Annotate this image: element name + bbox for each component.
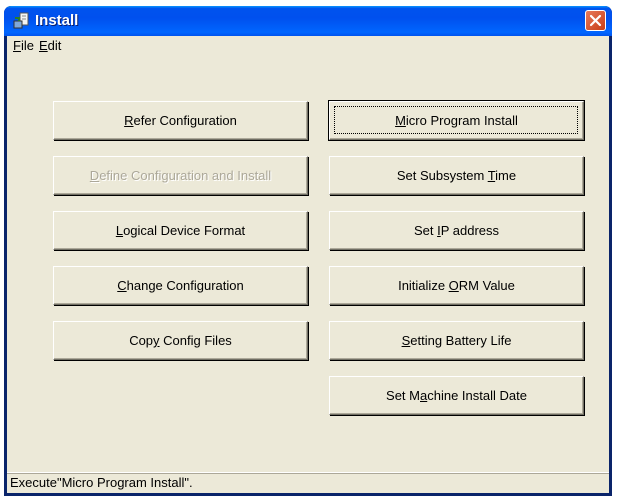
logical-device-format-button[interactable]: Logical Device Format bbox=[53, 211, 308, 250]
menu-edit-label: dit bbox=[47, 38, 62, 53]
menu-file-accel: F bbox=[13, 38, 21, 53]
btn-label-post: P address bbox=[440, 223, 500, 238]
copy-config-files-button[interactable]: Copy Config Files bbox=[53, 321, 308, 360]
menu-bar: File Edit bbox=[7, 36, 609, 56]
btn-label-accel: R bbox=[124, 113, 134, 128]
status-text: Execute"Micro Program Install". bbox=[10, 475, 193, 490]
btn-label-post: efine Configuration and Install bbox=[99, 168, 272, 183]
install-window: Install File Edit Refer Configuration De… bbox=[4, 6, 612, 496]
btn-label-pre: Set M bbox=[386, 388, 420, 403]
client-area: File Edit Refer Configuration Define Con… bbox=[7, 36, 609, 493]
setting-battery-life-button[interactable]: Setting Battery Life bbox=[329, 321, 584, 360]
window-title: Install bbox=[35, 12, 79, 29]
menu-edit-accel: E bbox=[39, 38, 48, 53]
close-icon bbox=[589, 14, 602, 27]
initialize-orm-value-button[interactable]: Initialize ORM Value bbox=[329, 266, 584, 305]
define-configuration-install-button: Define Configuration and Install bbox=[53, 156, 308, 195]
btn-label-post: efer Configuration bbox=[133, 113, 237, 128]
btn-label-post: etting Battery Life bbox=[410, 333, 512, 348]
menu-file-label: ile bbox=[20, 38, 34, 53]
btn-label-accel: L bbox=[115, 223, 124, 238]
btn-label-pre: Initialize bbox=[398, 278, 449, 293]
menu-edit[interactable]: Edit bbox=[39, 38, 61, 53]
menu-file[interactable]: File bbox=[13, 38, 34, 53]
btn-label-post: icro Program Install bbox=[405, 113, 518, 128]
btn-label-post: ime bbox=[495, 168, 517, 183]
refer-configuration-button[interactable]: Refer Configuration bbox=[53, 101, 308, 140]
btn-label-post: chine Install Date bbox=[427, 388, 527, 403]
btn-label-accel: D bbox=[89, 168, 100, 183]
change-configuration-button[interactable]: Change Configuration bbox=[53, 266, 308, 305]
btn-label-pre: Set bbox=[413, 223, 438, 238]
set-subsystem-time-button[interactable]: Set Subsystem Time bbox=[329, 156, 584, 195]
btn-label-accel: O bbox=[448, 278, 459, 293]
btn-label-post: Config Files bbox=[159, 333, 232, 348]
btn-label-accel: S bbox=[401, 333, 411, 348]
btn-label-pre: Set Subsystem bbox=[396, 168, 488, 183]
btn-label-post: ogical Device Format bbox=[123, 223, 246, 238]
btn-label-accel: M bbox=[395, 113, 406, 128]
status-bar: Execute"Micro Program Install". bbox=[7, 473, 609, 493]
micro-program-install-button[interactable]: Micro Program Install bbox=[328, 100, 585, 141]
btn-label-accel: C bbox=[117, 278, 127, 293]
close-button[interactable] bbox=[585, 10, 606, 31]
title-bar[interactable]: Install bbox=[4, 6, 612, 36]
set-machine-install-date-button[interactable]: Set Machine Install Date bbox=[329, 376, 584, 415]
btn-label-pre: Cop bbox=[129, 333, 154, 348]
btn-label-post: RM Value bbox=[458, 278, 515, 293]
set-ip-address-button[interactable]: Set IP address bbox=[329, 211, 584, 250]
install-icon bbox=[13, 12, 29, 29]
btn-label-post: hange Configuration bbox=[126, 278, 244, 293]
